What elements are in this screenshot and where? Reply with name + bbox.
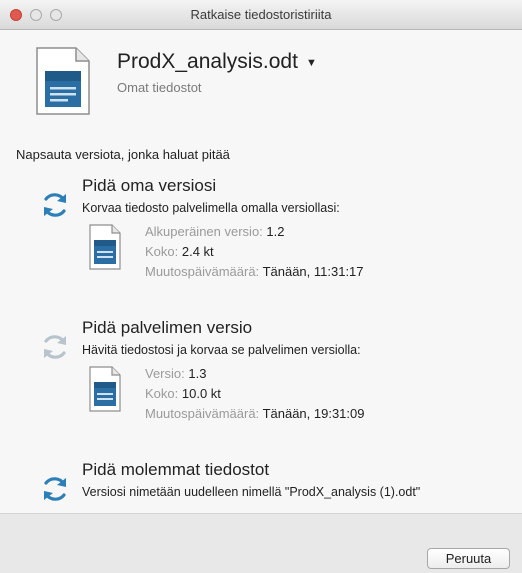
window-title: Ratkaise tiedostoristiriita — [190, 7, 332, 22]
detail-row: Koko: 10.0 kt — [145, 384, 364, 404]
detail-value: 1.2 — [266, 224, 285, 239]
option-title: Pidä molemmat tiedostot — [82, 460, 270, 479]
title-bar[interactable]: Ratkaise tiedostoristiriita — [0, 0, 522, 30]
version-details: Versio: 1.3 Koko: 10.0 kt Muutospäivämää… — [145, 364, 364, 424]
detail-row: Alkuperäinen versio: 1.2 — [145, 222, 364, 242]
detail-row: Koko: 2.4 kt — [145, 242, 364, 262]
option-title: Pidä palvelimen versio — [82, 318, 253, 337]
detail-value: 1.3 — [188, 366, 207, 381]
detail-value: Tänään, 11:31:17 — [262, 264, 364, 279]
keep-local-version-option[interactable]: Pidä oma versiosi Korvaa tiedosto palvel… — [0, 176, 522, 291]
option-title: Pidä oma versiosi — [82, 176, 217, 195]
detail-row: Muutospäivämäärä: Tänään, 19:31:09 — [145, 404, 364, 424]
detail-value: 2.4 kt — [181, 244, 214, 259]
detail-label: Koko: — [145, 244, 179, 259]
document-icon — [36, 47, 90, 115]
file-location: Omat tiedostot — [117, 80, 202, 95]
sync-icon — [44, 193, 66, 217]
document-icon — [89, 366, 121, 412]
file-name: ProdX_analysis.odt — [117, 50, 298, 73]
detail-value: Tänään, 19:31:09 — [262, 406, 365, 421]
conflict-dialog-window: Ratkaise tiedostoristiriita ProdX_analys… — [0, 0, 522, 573]
option-description: Versiosi nimetään uudelleen nimellä "Pro… — [82, 485, 421, 499]
detail-row: Muutospäivämäärä: Tänään, 11:31:17 — [145, 262, 364, 282]
document-icon — [89, 224, 121, 270]
detail-label: Koko: — [145, 386, 179, 401]
option-description: Hävitä tiedostosi ja korvaa se palvelime… — [82, 343, 361, 357]
keep-server-version-option[interactable]: Pidä palvelimen versio Hävitä tiedostosi… — [0, 318, 522, 433]
detail-label: Alkuperäinen versio: — [145, 224, 263, 239]
sync-icon-dim — [44, 335, 66, 359]
detail-label: Muutospäivämäärä: — [145, 264, 260, 279]
version-details: Alkuperäinen versio: 1.2 Koko: 2.4 kt Mu… — [145, 222, 364, 282]
option-description: Korvaa tiedosto palvelimella omalla vers… — [82, 201, 340, 215]
file-name-menu[interactable]: ProdX_analysis.odt ▼ — [117, 50, 317, 74]
sync-icon — [44, 477, 66, 501]
dialog-content: ProdX_analysis.odt ▼ Omat tiedostot Naps… — [0, 30, 522, 513]
detail-label: Muutospäivämäärä: — [145, 406, 260, 421]
detail-label: Versio: — [145, 366, 185, 381]
cancel-button[interactable]: Peruuta — [427, 548, 510, 569]
detail-value: 10.0 kt — [181, 386, 221, 401]
chevron-down-icon[interactable]: ▼ — [306, 57, 317, 69]
detail-row: Versio: 1.3 — [145, 364, 364, 384]
keep-both-files-option[interactable]: Pidä molemmat tiedostot Versiosi nimetää… — [0, 460, 522, 510]
instruction-text: Napsauta versiota, jonka haluat pitää — [16, 147, 230, 162]
dialog-footer: Peruuta — [0, 513, 522, 573]
